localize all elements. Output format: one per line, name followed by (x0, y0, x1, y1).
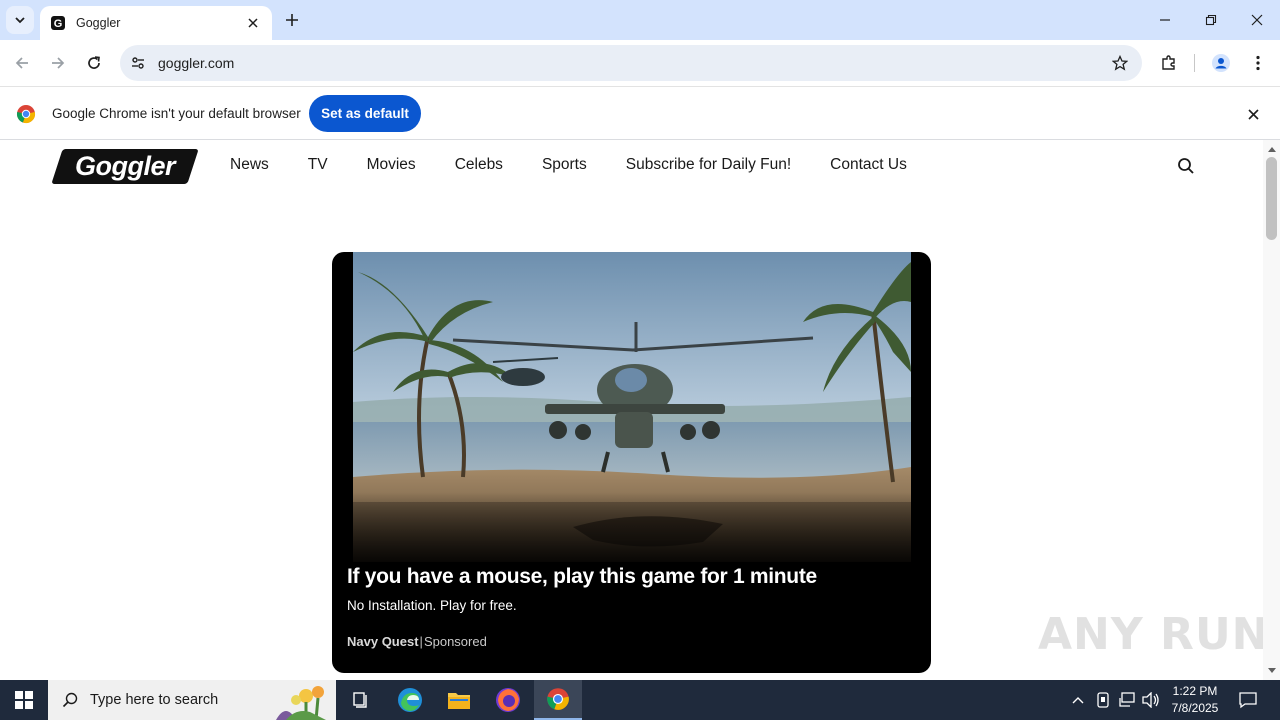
close-window-button[interactable] (1234, 0, 1280, 40)
nav-news[interactable]: News (230, 156, 269, 174)
search-icon (62, 692, 78, 708)
tray-overflow-button[interactable] (1068, 680, 1088, 720)
set-as-default-button[interactable]: Set as default (309, 95, 421, 132)
tab-title: Goggler (76, 16, 121, 30)
taskbar-chrome[interactable] (534, 680, 582, 720)
profile-avatar-icon (1212, 54, 1230, 72)
logo-text: Goggler (74, 151, 176, 181)
url-text[interactable]: goggler.com (158, 55, 1108, 71)
restore-icon (1205, 14, 1217, 26)
arrow-right-icon (52, 57, 65, 69)
extensions-button[interactable] (1155, 49, 1183, 77)
nav-movies[interactable]: Movies (367, 156, 416, 174)
sponsored-ad-card[interactable]: If you have a mouse, play this game for … (332, 252, 931, 673)
chrome-icon (547, 688, 569, 710)
scroll-thumb[interactable] (1266, 157, 1277, 240)
reload-icon (88, 56, 100, 69)
notification-icon (1239, 692, 1257, 709)
goggler-logo[interactable]: Goggler (51, 149, 199, 184)
chrome-logo-icon (16, 105, 36, 124)
site-info-icon[interactable] (128, 53, 148, 73)
taskbar-file-explorer[interactable] (435, 680, 483, 720)
tab-strip: G Goggler (0, 0, 1280, 40)
plus-icon (286, 14, 298, 26)
windows-taskbar: Type here to search 1:22 PM 7/8/2025 (0, 680, 1280, 720)
clock-date: 7/8/2025 (1171, 701, 1219, 715)
ad-meta: Navy Quest|Sponsored (347, 634, 487, 649)
device-icon (1097, 692, 1109, 708)
profile-button[interactable] (1207, 49, 1235, 77)
tab-search-button[interactable] (6, 6, 34, 34)
svg-text:G: G (54, 18, 63, 30)
chevron-down-icon (15, 17, 25, 24)
browser-toolbar: goggler.com (0, 40, 1280, 86)
tab-goggler[interactable]: G Goggler (40, 6, 272, 40)
address-bar[interactable]: goggler.com (120, 45, 1142, 81)
minimize-button[interactable] (1142, 0, 1188, 40)
infobar-message: Google Chrome isn't your default browser (52, 106, 301, 121)
task-view-icon (353, 692, 367, 708)
restore-button[interactable] (1188, 0, 1234, 40)
notification-center-button[interactable] (1234, 680, 1262, 720)
back-button[interactable] (8, 49, 36, 77)
scroll-up-arrow-icon[interactable] (1263, 142, 1280, 156)
tray-device-button[interactable] (1093, 680, 1113, 720)
scroll-down-arrow-icon[interactable] (1263, 664, 1280, 678)
chrome-menu-button[interactable] (1244, 49, 1272, 77)
ad-brand[interactable]: Navy Quest (347, 634, 419, 649)
taskbar-search-placeholder: Type here to search (90, 692, 219, 708)
nav-celebs[interactable]: Celebs (455, 156, 503, 174)
taskbar-edge[interactable] (386, 680, 434, 720)
close-icon (1251, 14, 1263, 26)
volume-icon (1142, 692, 1159, 708)
new-tab-button[interactable] (280, 8, 304, 32)
task-view-button[interactable] (336, 680, 384, 720)
nav-subscribe[interactable]: Subscribe for Daily Fun! (626, 156, 791, 174)
default-browser-infobar: Google Chrome isn't your default browser… (0, 86, 1280, 140)
kebab-menu-icon (1256, 55, 1260, 71)
ad-separator: | (419, 634, 423, 649)
ad-subtitle: No Installation. Play for free. (347, 598, 517, 613)
taskbar-search-box[interactable]: Type here to search (48, 680, 336, 720)
chevron-up-icon (1072, 697, 1084, 704)
tray-network-button[interactable] (1116, 680, 1138, 720)
site-search-button[interactable] (1175, 155, 1197, 177)
firefox-icon (496, 688, 520, 712)
page-scrollbar[interactable] (1263, 140, 1280, 680)
site-nav: News TV Movies Celebs Sports Subscribe f… (230, 156, 946, 174)
ad-sponsored-label: Sponsored (423, 634, 487, 649)
start-button[interactable] (0, 680, 48, 720)
reload-button[interactable] (80, 49, 108, 77)
minimize-icon (1160, 19, 1170, 21)
taskbar-clock[interactable]: 1:22 PM 7/8/2025 (1160, 683, 1230, 717)
windows-logo-icon (15, 691, 33, 709)
puzzle-icon (1162, 55, 1175, 70)
network-icon (1119, 692, 1135, 707)
search-highlight-flowers-icon (276, 686, 326, 720)
nav-tv[interactable]: TV (308, 156, 328, 174)
tray-volume-button[interactable] (1140, 680, 1162, 720)
edge-icon (398, 688, 422, 712)
search-icon (1178, 158, 1194, 174)
infobar-close-icon[interactable] (1244, 105, 1262, 123)
nav-sports[interactable]: Sports (542, 156, 587, 174)
nav-contact-us[interactable]: Contact Us (830, 156, 907, 174)
folder-icon (448, 693, 470, 709)
bookmark-star-icon[interactable] (1108, 51, 1132, 75)
taskbar-firefox[interactable] (484, 680, 532, 720)
clock-time: 1:22 PM (1172, 684, 1218, 698)
arrow-left-icon (15, 57, 28, 69)
tab-close-icon[interactable] (244, 14, 262, 32)
toolbar-divider (1194, 54, 1195, 72)
anyrun-watermark: ANY RUN (1038, 609, 1270, 660)
ad-title[interactable]: If you have a mouse, play this game for … (347, 565, 817, 589)
web-page: Goggler News TV Movies Celebs Sports Sub… (0, 140, 1280, 680)
goggler-favicon-icon: G (51, 16, 65, 30)
forward-button[interactable] (44, 49, 72, 77)
ad-image-fade (332, 492, 931, 572)
